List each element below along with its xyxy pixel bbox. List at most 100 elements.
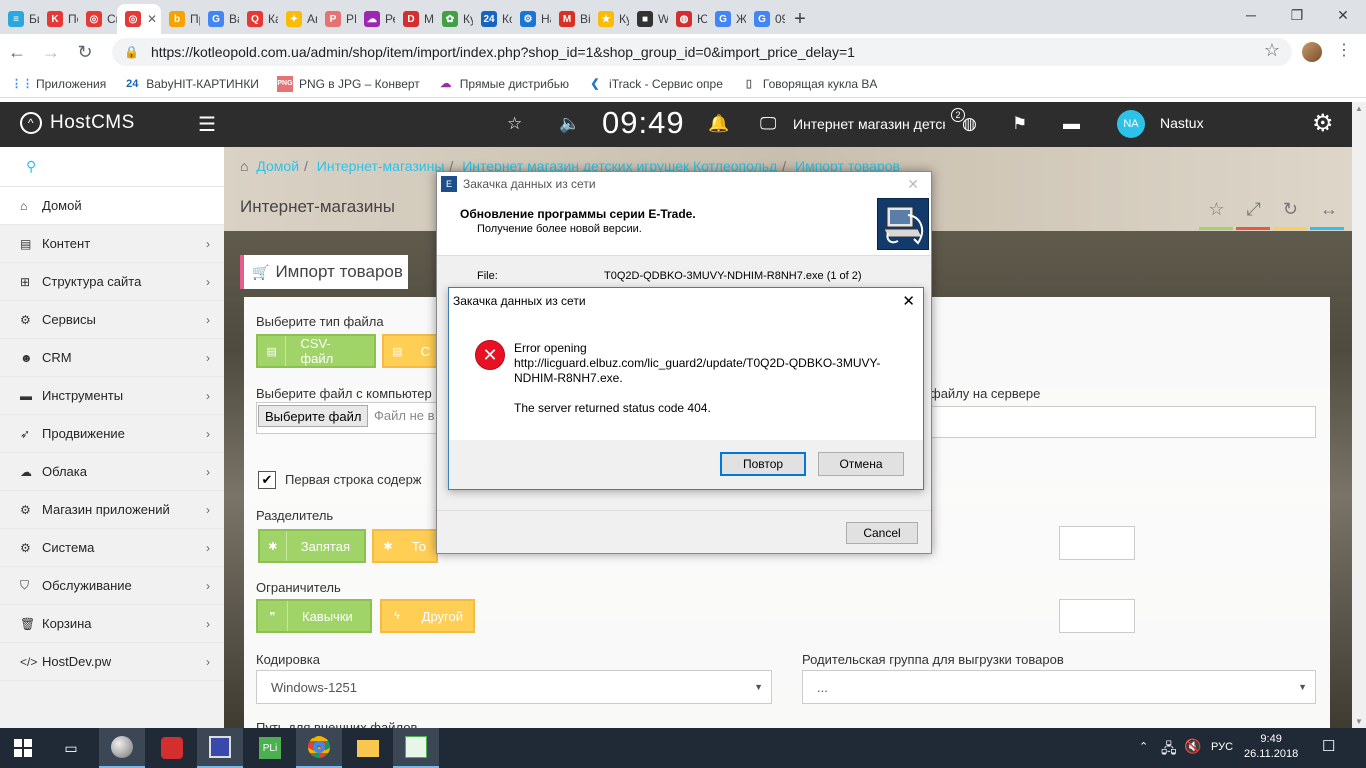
sidebar-search[interactable]: ⚲ [0, 147, 224, 187]
user-avatar[interactable]: NA [1117, 110, 1145, 138]
sidebar-item[interactable]: ⛉ Обслуживание › [0, 567, 224, 605]
close-window-button[interactable]: ✕ [1320, 0, 1366, 30]
separator-comma-button[interactable]: ✱ Запятая [258, 529, 366, 563]
new-tab-button[interactable]: + [785, 4, 815, 34]
bookmark-doll[interactable]: ▯ Говорящая кукла BA [741, 76, 878, 92]
browser-tab[interactable]: ✦ Авт [278, 4, 317, 34]
taskbar-app-chrome[interactable] [296, 728, 342, 768]
close-icon[interactable]: ✕ [907, 176, 919, 193]
cancel-download-button[interactable]: Cancel [846, 522, 918, 544]
volume-muted-icon[interactable]: 🔇 [1184, 738, 1201, 755]
sound-icon[interactable]: 🔈 [559, 114, 580, 134]
browser-tab[interactable]: 24 Ко [473, 4, 512, 34]
browser-tab[interactable]: G 09 [746, 4, 785, 34]
browser-tab[interactable]: b Пр [161, 4, 200, 34]
expand-icon[interactable]: ↔ [1320, 199, 1338, 220]
browser-tab[interactable]: ⚙ На [512, 4, 551, 34]
bookmark-apps[interactable]: ⋮⋮ Приложения [14, 76, 106, 92]
browser-tab[interactable]: G Ba [200, 4, 239, 34]
favorites-star-icon[interactable]: ☆ [507, 114, 522, 134]
sidebar-item[interactable]: ☁ Облака › [0, 453, 224, 491]
browser-tab[interactable]: ✿ Ку [434, 4, 473, 34]
sidebar-item[interactable]: ▤ Контент › [0, 225, 224, 263]
browser-tab[interactable]: P PN [317, 4, 356, 34]
sidebar-item[interactable]: ➶ Продвижение › [0, 415, 224, 453]
language-indicator[interactable]: РУС [1211, 741, 1233, 753]
breadcrumb-item[interactable]: Интернет-магазины [317, 158, 445, 174]
monitor-icon[interactable]: 🖵 [760, 114, 776, 134]
restore-button[interactable]: ❐ [1274, 0, 1320, 30]
csv-file-button[interactable]: ▤ CSV-файл [256, 334, 376, 368]
browser-tab[interactable]: ◎ Сис [78, 4, 117, 34]
separator-semicolon-button[interactable]: ✱ То [372, 529, 438, 563]
taskbar-app-pli[interactable]: PLi [247, 728, 293, 768]
forward-icon[interactable]: → [34, 42, 68, 63]
browser-tab[interactable]: ≡ Бит [0, 4, 39, 34]
minimize-button[interactable]: ─ [1228, 0, 1274, 30]
retry-button[interactable]: Повтор [720, 452, 806, 476]
browser-tab[interactable]: K По [39, 4, 78, 34]
scroll-down-icon[interactable]: ▼ [1355, 717, 1363, 726]
profile-avatar[interactable] [1302, 42, 1322, 62]
bookmark-distributors[interactable]: ☁ Прямые дистрибью [438, 76, 569, 92]
reload-icon[interactable]: ↻ [68, 42, 102, 63]
close-icon[interactable]: ✕ [902, 292, 915, 310]
limiter-quotes-button[interactable]: ❞ Кавычки [256, 599, 372, 633]
first-row-checkbox[interactable]: ✔ [258, 471, 276, 489]
sidebar-item[interactable]: ⚙ Система › [0, 529, 224, 567]
sidebar-item[interactable]: 🗑 Корзина › [0, 605, 224, 643]
bookmark-png-jpg[interactable]: PNG PNG в JPG – Конверт [276, 75, 420, 92]
sidebar-item[interactable]: ▬ Инструменты › [0, 377, 224, 415]
show-hidden-icons[interactable]: ⌃ [1139, 740, 1148, 753]
fullscreen-icon[interactable]: ⤢ [1247, 199, 1261, 220]
globe-icon[interactable]: ◍ [962, 114, 977, 134]
browser-tab[interactable]: ☁ Ре [356, 4, 395, 34]
taskbar-clock[interactable]: 9:49 26.11.2018 [1244, 732, 1298, 762]
close-tab-icon[interactable]: ✕ [147, 12, 157, 26]
browser-tab[interactable]: ★ Ку [590, 4, 629, 34]
network-icon[interactable]: 🖧 [1161, 738, 1177, 762]
task-view-icon[interactable]: ▭ [48, 728, 94, 768]
encoding-select[interactable]: Windows-1251 ▼ [256, 670, 772, 704]
flag-icon[interactable]: ⚑ [1012, 114, 1027, 134]
start-button[interactable] [0, 728, 46, 768]
taskbar-app-globe[interactable] [99, 728, 145, 768]
sidebar-item[interactable]: ⚙ Магазин приложений › [0, 491, 224, 529]
taskbar-app-red[interactable] [149, 728, 195, 768]
bookmark-star-icon[interactable]: ☆ [1264, 40, 1280, 61]
user-name[interactable]: Nastux [1160, 115, 1204, 131]
refresh-icon[interactable]: ↻ [1283, 199, 1298, 220]
taskbar-app-etrade[interactable] [393, 728, 439, 768]
separator-custom-input[interactable] [1059, 526, 1135, 560]
scroll-up-icon[interactable]: ▲ [1355, 104, 1363, 113]
menu-toggle-icon[interactable]: ☰ [198, 112, 216, 137]
browser-tab[interactable]: Q Ка [239, 4, 278, 34]
browser-menu-icon[interactable]: ⋮ [1336, 40, 1352, 60]
server-file-input[interactable] [930, 406, 1316, 438]
limiter-custom-input[interactable] [1059, 599, 1135, 633]
limiter-other-button[interactable]: ϟ Другой [380, 599, 475, 633]
page-scrollbar[interactable]: ▲ ▼ [1352, 102, 1366, 728]
settings-gear-icon[interactable]: ⚙ [1312, 109, 1334, 138]
sidebar-item[interactable]: ⊞ Структура сайта › [0, 263, 224, 301]
hostcms-logo[interactable]: ^ HostCMS [20, 112, 135, 134]
commerceml-button[interactable]: ▤ C [382, 334, 442, 368]
taskbar-app-save[interactable] [197, 728, 243, 768]
bell-icon[interactable]: 🔔 [708, 114, 729, 134]
browser-tab[interactable]: G Жи [707, 4, 746, 34]
browser-tab[interactable]: M Bit [551, 4, 590, 34]
choose-file-button[interactable]: Выберите файл [258, 405, 369, 427]
bookmark-itrack[interactable]: ❮ iTrack - Сервис опре [587, 76, 722, 92]
cancel-button[interactable]: Отмена [818, 452, 904, 476]
breadcrumb-item[interactable]: Домой [256, 158, 299, 174]
sidebar-item[interactable]: ☻ CRM › [0, 339, 224, 377]
taskbar-app-explorer[interactable] [345, 728, 391, 768]
browser-tab[interactable]: ◎ ✕ [117, 4, 161, 34]
browser-tab[interactable]: ■ We [629, 4, 668, 34]
sidebar-item[interactable]: </> HostDev.pw › [0, 643, 224, 681]
browser-tab[interactable]: D Ма [395, 4, 434, 34]
back-icon[interactable]: ← [0, 42, 34, 63]
sidebar-item[interactable]: ⚙ Сервисы › [0, 301, 224, 339]
favorite-icon[interactable]: ☆ [1208, 199, 1224, 220]
sidebar-item[interactable]: ⌂ Домой [0, 187, 224, 225]
